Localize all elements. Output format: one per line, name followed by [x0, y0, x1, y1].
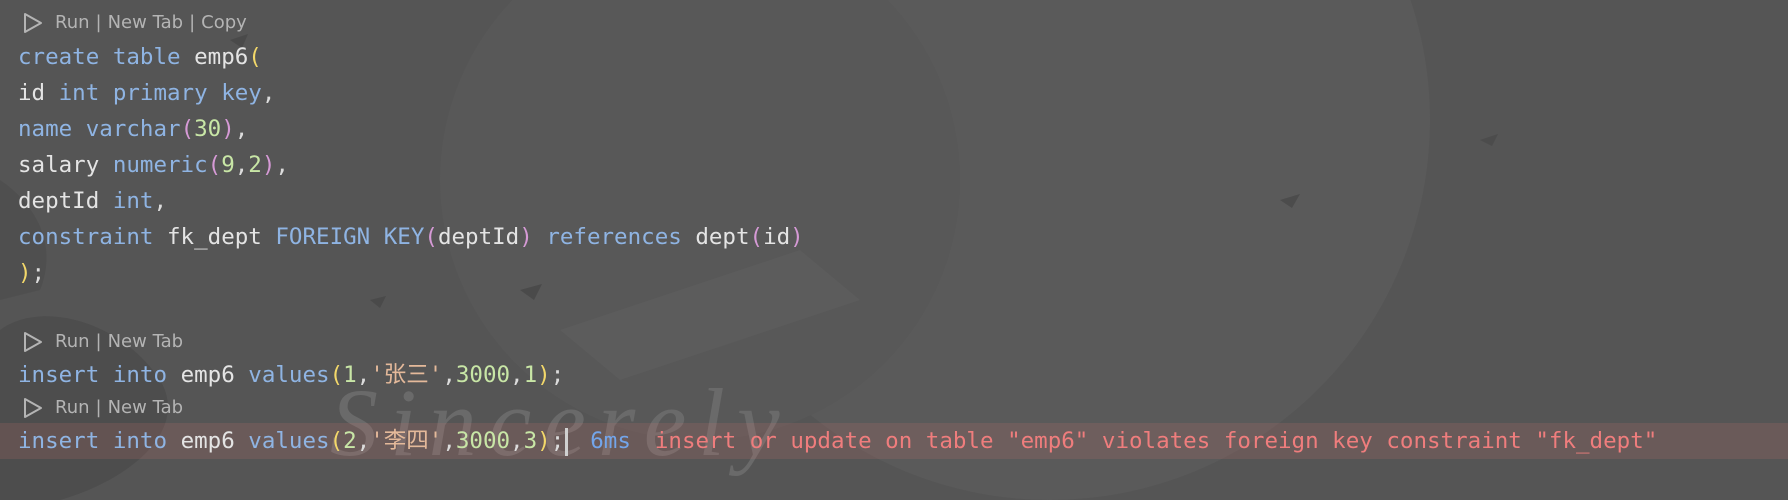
keyword: into	[112, 428, 168, 454]
bracket: (	[248, 44, 262, 70]
identifier: deptId	[437, 224, 520, 250]
identifier: fk_dept	[167, 224, 262, 250]
number: 3	[523, 428, 538, 454]
bracket: )	[537, 362, 551, 388]
identifier: dept	[695, 224, 750, 250]
punctuation: ,	[356, 362, 371, 388]
play-icon[interactable]	[22, 396, 44, 420]
string-literal: '张三'	[370, 362, 443, 388]
codelens-new-tab-link[interactable]: New Tab	[108, 330, 183, 354]
code-line-5[interactable]: deptId int,	[18, 183, 167, 219]
code-line-1[interactable]: create table emp6(	[18, 39, 262, 75]
codelens-insert-1: Run | New Tab	[22, 330, 183, 354]
code-line-2[interactable]: id int primary key,	[18, 75, 275, 111]
bracket: (	[207, 152, 222, 178]
play-icon[interactable]	[22, 11, 44, 35]
code-line-3[interactable]: name varchar(30),	[18, 111, 248, 147]
keyword: values	[248, 428, 330, 454]
keyword: KEY	[383, 224, 425, 250]
error-message: insert or update on table "emp6" violate…	[654, 428, 1658, 454]
identifier: id	[763, 224, 791, 250]
punctuation: ;	[31, 260, 46, 286]
codelens-separator: |	[95, 397, 102, 418]
bracket: (	[749, 224, 764, 250]
codelens-run-link[interactable]: Run	[55, 396, 90, 420]
bracket: )	[519, 224, 533, 250]
bracket: )	[537, 428, 551, 454]
code-line-7[interactable]: );	[18, 255, 45, 291]
identifier: salary	[18, 152, 100, 178]
keyword: name	[18, 116, 73, 142]
codelens-run-link[interactable]: Run	[55, 11, 90, 35]
keyword: FOREIGN	[275, 224, 371, 250]
number: 1	[343, 362, 357, 388]
keyword: insert	[18, 362, 100, 388]
punctuation: ;	[550, 362, 565, 388]
keyword: int	[112, 188, 154, 214]
string-literal: '李四'	[370, 428, 443, 454]
execution-duration: 6ms	[590, 428, 631, 454]
keyword: primary	[112, 80, 208, 106]
keyword: references	[546, 224, 682, 250]
codelens-copy-link[interactable]: Copy	[201, 11, 247, 35]
codelens-insert-2: Run | New Tab	[22, 396, 183, 420]
bracket: (	[180, 116, 195, 142]
identifier: emp6	[180, 428, 235, 454]
punctuation: ,	[275, 152, 289, 178]
identifier: emp6	[180, 362, 235, 388]
text-cursor	[565, 427, 569, 456]
codelens-separator: |	[189, 12, 196, 33]
number: 2	[248, 152, 262, 178]
bracket: (	[329, 428, 344, 454]
code-line-4[interactable]: salary numeric(9,2),	[18, 147, 289, 183]
keyword: insert	[18, 428, 100, 454]
keyword: numeric	[112, 152, 208, 178]
bracket: )	[261, 152, 276, 178]
number: 30	[194, 116, 222, 142]
keyword: varchar	[85, 116, 181, 142]
codelens-new-tab-link[interactable]: New Tab	[108, 11, 183, 35]
identifier: emp6	[194, 44, 249, 70]
identifier: deptId	[18, 188, 100, 214]
bracket: (	[424, 224, 438, 250]
punctuation: ,	[356, 428, 371, 454]
codelens-new-tab-link[interactable]: New Tab	[108, 396, 183, 420]
bracket: )	[18, 260, 32, 286]
keyword: create	[18, 44, 100, 70]
punctuation: ,	[442, 362, 456, 388]
keyword: into	[112, 362, 168, 388]
punctuation: ;	[550, 428, 565, 454]
punctuation: ,	[153, 188, 168, 214]
codelens-separator: |	[95, 331, 102, 352]
bracket: )	[790, 224, 804, 250]
punctuation: ,	[261, 80, 276, 106]
punctuation: ,	[510, 428, 524, 454]
punctuation: ,	[234, 152, 249, 178]
punctuation: ,	[234, 116, 249, 142]
identifier: id	[18, 80, 46, 106]
keyword: constraint	[18, 224, 154, 250]
number: 3000	[455, 362, 511, 388]
keyword: values	[248, 362, 330, 388]
bracket: )	[221, 116, 235, 142]
codelens-run-link[interactable]: Run	[55, 330, 90, 354]
number: 9	[221, 152, 235, 178]
bracket: (	[329, 362, 344, 388]
code-line-insert-1[interactable]: insert into emp6 values(1,'张三',3000,1);	[18, 357, 564, 393]
number: 3000	[455, 428, 511, 454]
keyword: table	[112, 44, 181, 70]
play-icon[interactable]	[22, 330, 44, 354]
codelens-separator: |	[95, 12, 102, 33]
code-line-6[interactable]: constraint fk_dept FOREIGN KEY(deptId) r…	[18, 219, 804, 255]
punctuation: ,	[442, 428, 456, 454]
punctuation: ,	[510, 362, 524, 388]
codelens-create-table: Run | New Tab | Copy	[22, 11, 247, 35]
code-line-insert-2[interactable]: insert into emp6 values(2,'李四',3000,3); 6…	[18, 423, 1657, 459]
number: 2	[343, 428, 357, 454]
keyword: key	[221, 80, 262, 106]
number: 1	[523, 362, 538, 388]
keyword: int	[58, 80, 100, 106]
